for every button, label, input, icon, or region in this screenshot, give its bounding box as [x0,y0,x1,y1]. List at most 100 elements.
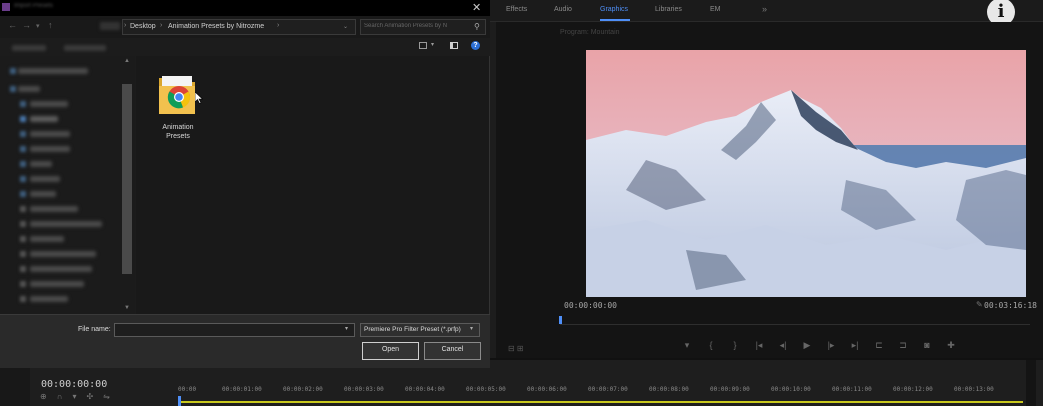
breadcrumb-current-folder[interactable]: Animation Presets by Nitrozme [168,23,264,30]
ruler-tick: 00:00:01:00 [222,386,262,393]
mouse-cursor-icon [195,92,203,104]
nav-item-videos[interactable] [30,191,56,197]
search-input[interactable]: Search Animation Presets by N [364,23,468,29]
settings-icon[interactable]: ✣ [86,392,93,401]
dialog-titlebar[interactable] [0,0,490,16]
recent-dropdown-icon[interactable]: ▾ [36,22,40,30]
ws-tab-libraries[interactable]: Libraries [655,6,682,13]
drive-icon [20,206,26,212]
nav-item-drive-g[interactable] [30,266,92,272]
chevron-down-icon[interactable]: ▾ [431,41,434,48]
mark-in-icon[interactable]: { [704,340,718,350]
nav-item-3d-objects[interactable] [30,101,68,107]
drive-icon [20,236,26,242]
ws-tab-effects[interactable]: Effects [506,6,527,13]
ruler-tick: 00:00:11:00 [832,386,872,393]
drive-icon [20,266,26,272]
chevron-down-icon[interactable]: ▾ [345,325,348,332]
ruler-tick: 00:00:02:00 [283,386,323,393]
file-name-input[interactable] [114,323,355,337]
folder-label-line1: Animation [162,124,194,131]
step-forward-icon[interactable]: |▸ [824,340,838,351]
timeline-scrollbar[interactable] [1026,360,1036,406]
folder-icon [20,101,26,107]
nav-item-drive-d[interactable] [30,221,102,227]
step-back-icon[interactable]: ◂| [776,340,790,351]
timeline-playhead[interactable] [178,396,181,406]
go-to-out-icon[interactable]: ▸| [848,340,862,351]
nav-item-drive-i[interactable] [30,296,68,302]
go-to-in-icon[interactable]: |◂ [752,340,766,351]
music-icon [20,161,26,167]
search-icon[interactable]: ⚲ [474,22,480,31]
play-icon[interactable]: ▶ [800,340,814,351]
chevron-down-icon[interactable]: ▾ [470,325,473,332]
forward-arrow-icon[interactable]: → [22,20,31,30]
add-marker-icon[interactable]: ▾ [680,340,694,351]
mark-out-icon[interactable]: } [728,340,742,350]
ws-tab-audio[interactable]: Audio [554,6,572,13]
downloads-icon [20,146,26,152]
nav-item-drive-c[interactable] [30,206,78,212]
new-folder-button[interactable] [64,45,106,51]
folder-icon [159,76,195,114]
scroll-up-icon[interactable]: ▲ [124,58,130,64]
drive-icon [20,221,26,227]
scroll-down-icon[interactable]: ▼ [124,305,130,311]
folder-label[interactable]: Animation Presets [148,123,208,141]
linked-selection-icon[interactable]: ∩ [57,392,63,401]
lift-icon[interactable]: ⊏ [872,340,886,351]
captions-icon[interactable]: ⇋ [103,392,110,401]
nav-item-this-pc[interactable] [18,86,40,92]
nav-item-pictures[interactable] [30,176,60,182]
videos-icon [20,191,26,197]
program-scrub-bar[interactable] [560,317,1030,325]
preview-pane-icon[interactable] [450,42,458,49]
back-arrow-icon[interactable]: ← [8,20,17,30]
cancel-button[interactable]: Cancel [424,342,481,360]
nav-item-drive-f[interactable] [30,251,96,257]
snap-icon[interactable]: ⊕ [40,392,47,401]
pc-icon [10,86,16,92]
help-icon[interactable]: ? [471,41,480,50]
button-editor-icon[interactable]: ✚ [944,340,958,351]
navigation-scrollbar-thumb[interactable] [122,84,132,274]
close-icon[interactable]: ✕ [472,1,481,14]
panel-grip-icon[interactable]: ⊟ ⊞ [508,344,524,353]
breadcrumb-desktop[interactable]: Desktop [130,23,156,30]
file-name-label: File name: [78,326,111,333]
nav-item-downloads[interactable] [30,146,70,152]
wrench-icon[interactable]: ✎ [976,300,983,309]
documents-icon [20,131,26,137]
work-area-bar[interactable] [178,401,1023,403]
navigation-pane [0,56,135,314]
app-icon [2,3,10,11]
organize-button[interactable] [12,45,46,51]
program-playhead[interactable] [559,316,562,324]
mountain-image [586,50,1026,297]
nav-item-quick-access[interactable] [18,68,88,74]
nav-item-desktop[interactable] [30,116,58,122]
nav-item-drive-e[interactable] [30,236,64,242]
more-workspaces-button[interactable]: » [762,4,767,14]
address-dropdown-icon[interactable]: ⌄ [343,23,348,30]
ruler-tick: 00:00:04:00 [405,386,445,393]
ws-tab-graphics[interactable]: Graphics [600,6,628,13]
export-frame-icon[interactable]: ◙ [920,340,934,350]
extract-icon[interactable]: ⊐ [896,340,910,351]
timeline-timecode[interactable]: 00:00:00:00 [41,379,107,390]
active-tab-indicator [600,19,630,21]
view-options-icon[interactable] [419,42,427,49]
open-button[interactable]: Open [362,342,419,360]
nav-item-documents[interactable] [30,131,70,137]
add-marker-icon[interactable]: ▾ [72,392,76,401]
pictures-icon [20,176,26,182]
program-timecode[interactable]: 00:00:00:00 [564,301,617,310]
ws-tab-em[interactable]: EM [710,6,721,13]
timeline-ruler[interactable]: 00:00 00:00:01:00 00:00:02:00 00:00:03:0… [170,386,1020,398]
nav-item-drive-h[interactable] [30,281,84,287]
drive-icon [20,281,26,287]
nav-item-music[interactable] [30,161,52,167]
up-arrow-icon[interactable]: ↑ [48,20,53,30]
ruler-tick: 00:00:12:00 [893,386,933,393]
